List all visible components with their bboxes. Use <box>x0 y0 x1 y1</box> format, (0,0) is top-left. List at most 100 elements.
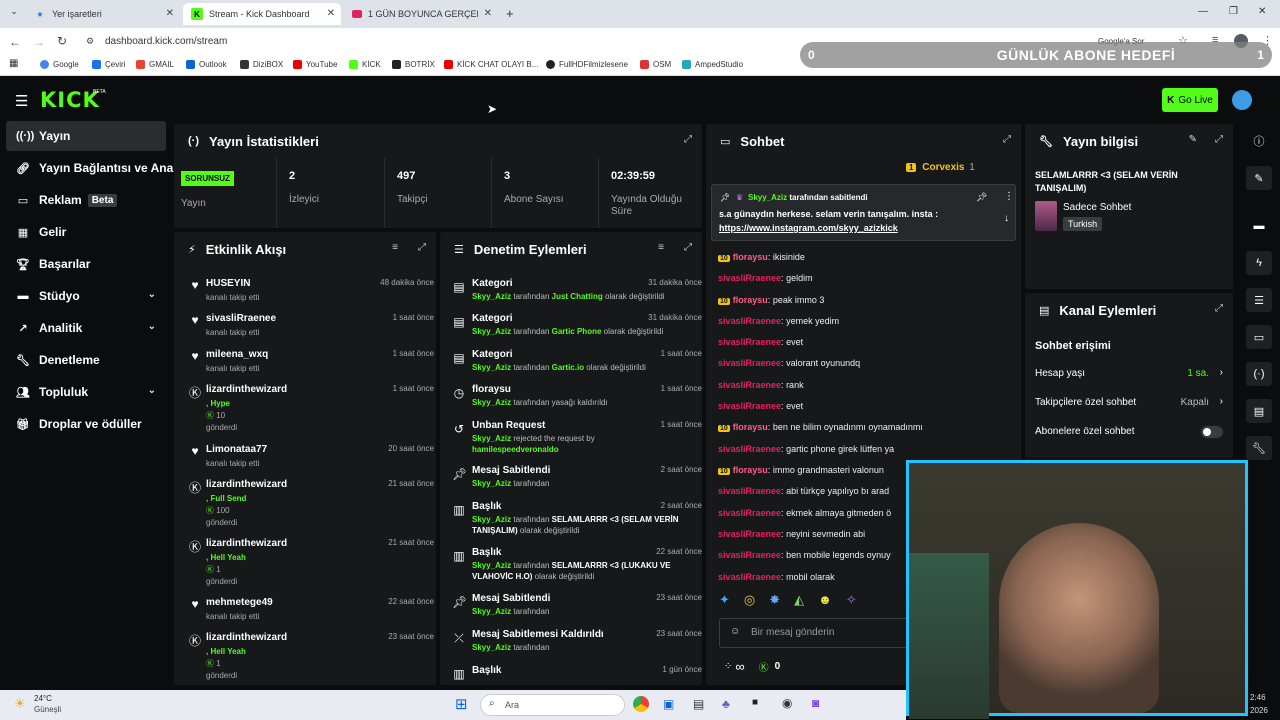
bookmark-dizibox[interactable]: DiziBOX <box>240 60 283 69</box>
chat-user[interactable]: floraysu <box>733 465 768 475</box>
broadcast-icon[interactable]: (·) <box>1246 362 1272 386</box>
chat-user[interactable]: sivasliRraenee <box>718 337 781 347</box>
chat-user[interactable]: sivasliRraenee <box>718 401 781 411</box>
mod-user[interactable]: Skyy_Aziz <box>472 292 511 301</box>
channel-icon[interactable]: ▤ <box>1246 399 1272 423</box>
mod-user[interactable]: Skyy_Aziz <box>472 515 511 524</box>
chat-user[interactable]: sivasliRraenee <box>718 380 781 390</box>
mod-value[interactable]: hamilespeedveronaldo <box>472 445 559 454</box>
emote-icon[interactable]: ✧ <box>846 592 857 616</box>
expand-icon[interactable]: ⤢ <box>1215 303 1223 314</box>
bookmark-google[interactable]: Google <box>40 60 79 69</box>
mod-user[interactable]: Skyy_Aziz <box>472 561 511 570</box>
expand-icon[interactable]: ⤢ <box>684 134 692 145</box>
chat-user[interactable]: sivasliRraenee <box>718 572 781 582</box>
chat-user[interactable]: sivasliRraenee <box>718 529 781 539</box>
filter-icon[interactable]: ≡ <box>658 242 664 253</box>
close-icon[interactable]: ✕ <box>327 8 335 19</box>
sidebar-item-yayin[interactable]: ((·)) Yayın <box>6 121 166 151</box>
forward-arrow-icon[interactable]: → <box>33 35 45 49</box>
reload-icon[interactable]: ↻ <box>57 34 67 48</box>
chat-user[interactable]: sivasliRraenee <box>718 550 781 560</box>
bookmark-botrix[interactable]: BOTRİX <box>392 60 435 69</box>
windows-start-icon[interactable]: ⊞ <box>455 695 468 713</box>
mod-user[interactable]: Skyy_Aziz <box>472 327 511 336</box>
account-age-row[interactable]: Hesap yaşı 1 sa. › <box>1035 367 1225 382</box>
emote-icon[interactable]: ☻ <box>818 592 832 616</box>
clock-time[interactable]: 2:46 <box>1250 693 1266 702</box>
activity-user[interactable]: lizardinthewizard <box>206 538 287 549</box>
activity-user[interactable]: lizardinthewizard <box>206 384 287 395</box>
minimize-window-button[interactable]: — <box>1198 6 1208 17</box>
chat-user[interactable]: sivasliRraenee <box>718 508 781 518</box>
go-live-button[interactable]: K Go Live <box>1162 88 1218 112</box>
pinned-user[interactable]: Skyy_Aziz <box>748 193 787 202</box>
chat-user[interactable]: sivasliRraenee <box>718 486 781 496</box>
bookmark-osm[interactable]: OSM <box>640 60 671 69</box>
subscribers-only-toggle[interactable] <box>1201 426 1223 438</box>
emote-icon[interactable]: ◎ <box>744 592 755 616</box>
site-info-icon[interactable]: ⚙ <box>86 36 94 47</box>
pin-icon[interactable]: 📌︎ <box>976 192 987 203</box>
apps-grid-icon[interactable]: ▦ <box>9 58 18 69</box>
chat-user[interactable]: sivasliRraenee <box>718 316 781 326</box>
mod-user[interactable]: Skyy_Aziz <box>472 398 511 407</box>
activity-user[interactable]: mileena_wxq <box>206 349 268 360</box>
chrome-taskbar-icon[interactable] <box>633 696 649 712</box>
kick-logo[interactable]: KICK <box>40 88 100 112</box>
lightning-icon[interactable]: ϟ <box>1246 251 1272 275</box>
teams-icon[interactable]: ♣ <box>722 697 730 711</box>
activity-user[interactable]: HUSEYIN <box>206 278 250 289</box>
sidebar-item-droplar[interactable]: 🎁︎ Droplar ve ödüller <box>6 409 166 439</box>
taskbar-search[interactable]: ⌕ Ara <box>480 694 625 716</box>
sidebar-item-analitik[interactable]: ↗ Analitik ⌄ <box>6 313 166 343</box>
list-icon[interactable]: ☰ <box>1246 288 1272 312</box>
close-window-button[interactable]: ✕ <box>1258 6 1266 17</box>
bookmark-fullhd[interactable]: FullHDFilmizlesene <box>546 60 628 69</box>
tab-kick-dashboard[interactable]: K Stream - Kick Dashboard ✕ <box>183 3 341 25</box>
expand-icon[interactable]: ⤢ <box>1003 134 1011 145</box>
bookmark-outlook[interactable]: Outlook <box>186 60 227 69</box>
emote-icon[interactable]: ✸ <box>769 592 780 616</box>
chat-user[interactable]: sivasliRraenee <box>718 273 781 283</box>
epic-games-icon[interactable]: ■ <box>752 697 758 708</box>
tab-bookmarks[interactable]: ★ Yer işaretleri ✕ <box>26 3 180 25</box>
info-icon[interactable]: ⓘ <box>1246 129 1272 153</box>
activity-user[interactable]: sivasliRraenee <box>206 313 276 324</box>
twitch-icon[interactable]: ◙ <box>812 696 819 710</box>
mod-user[interactable]: Skyy_Aziz <box>472 643 511 652</box>
chat-user[interactable]: floraysu <box>733 252 768 262</box>
layout-icon[interactable]: ▬ <box>1246 214 1272 238</box>
mod-user[interactable]: Skyy_Aziz <box>472 607 511 616</box>
activity-user[interactable]: Limonataa77 <box>206 444 267 455</box>
followers-only-row[interactable]: Takipçilere özel sohbet Kapalı › <box>1035 396 1225 411</box>
maximize-window-button[interactable]: ❐ <box>1229 6 1238 17</box>
edit-pencil-icon[interactable]: ✎ <box>1246 166 1272 190</box>
expand-icon[interactable]: ⤢ <box>418 242 426 253</box>
chat-user[interactable]: sivasliRraenee <box>718 444 781 454</box>
edit-pencil-icon[interactable]: ✎ <box>1189 134 1197 145</box>
mod-user[interactable]: Skyy_Aziz <box>472 434 511 443</box>
activity-user[interactable]: mehmetege49 <box>206 597 273 608</box>
chat-user[interactable]: sivasliRraenee <box>718 358 781 368</box>
sidebar-item-denetleme[interactable]: 🔧︎ Denetleme <box>6 345 166 375</box>
pinned-link[interactable]: https://www.instagram.com/skyy_azizkick <box>719 223 898 233</box>
mod-user[interactable]: Skyy_Aziz <box>472 363 511 372</box>
more-dots-icon[interactable]: ⋮ <box>1004 191 1014 202</box>
close-icon[interactable]: ✕ <box>166 8 174 19</box>
file-explorer-icon[interactable]: ▤ <box>693 697 704 711</box>
bookmark-translate[interactable]: Çeviri <box>92 60 125 69</box>
chat-user[interactable]: floraysu <box>733 422 768 432</box>
steam-icon[interactable]: ◉ <box>782 696 792 710</box>
emote-icon[interactable]: ◭ <box>794 592 804 616</box>
sidebar-item-gelir[interactable]: ▦ Gelir <box>6 217 166 247</box>
photos-taskbar-icon[interactable]: ▣ <box>663 697 674 711</box>
sidebar-item-basarilar[interactable]: 🏆︎ Başarılar <box>6 249 166 279</box>
top-supporter-name[interactable]: Corvexis <box>922 162 964 173</box>
close-icon[interactable]: ✕ <box>484 8 492 19</box>
sidebar-item-stream-key[interactable]: 🔗︎ Yayın Bağlantısı ve Anahtarı <box>6 153 199 183</box>
expand-icon[interactable]: ⤢ <box>1215 134 1223 145</box>
weather-temp[interactable]: 24°C <box>34 694 52 703</box>
bookmark-kick-chat[interactable]: KİCK CHAT OLAYI B... <box>444 60 538 69</box>
user-avatar[interactable] <box>1232 90 1252 110</box>
